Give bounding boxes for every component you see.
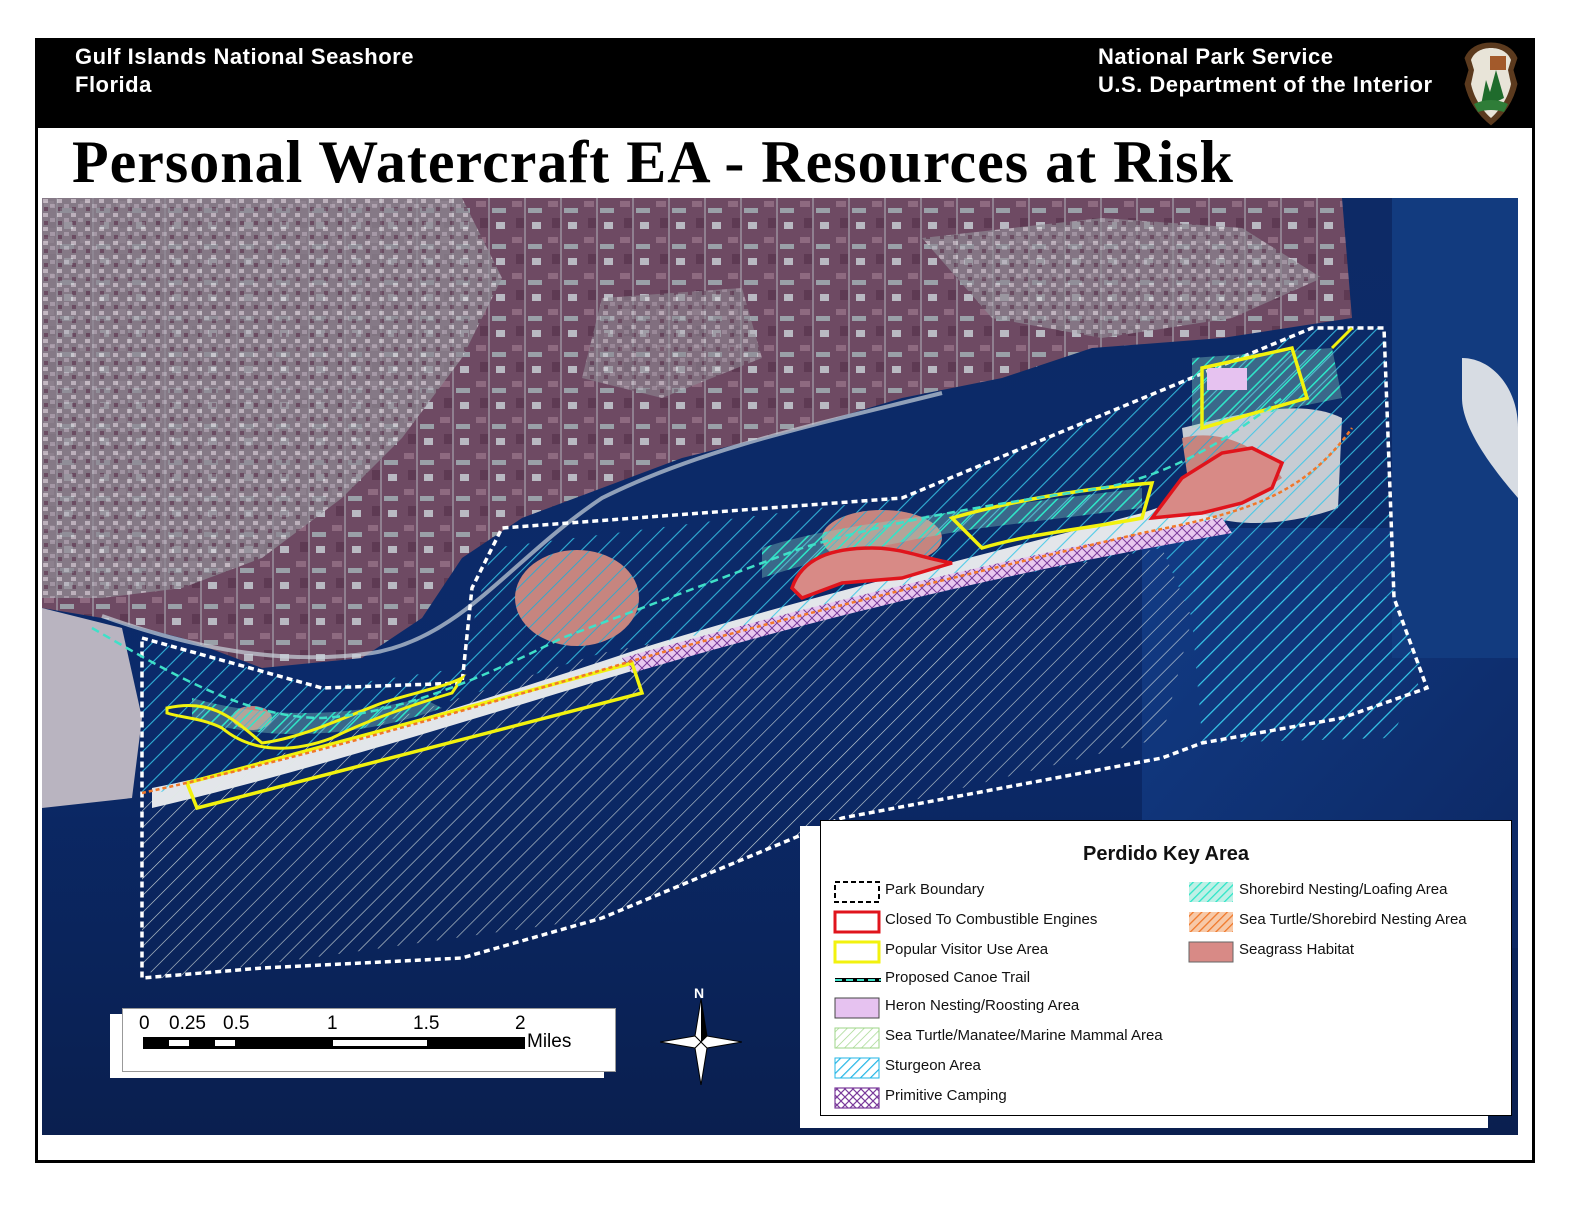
scale-bar: 0 0.25 0.5 1 1.5 2 Miles: [122, 1008, 616, 1072]
header-banner: Gulf Islands National Seashore Florida N…: [35, 38, 1535, 128]
map-legend: Perdido Key Area Park Boundary Closed To…: [820, 820, 1512, 1116]
scale-tick-label: 1: [327, 1013, 338, 1034]
scale-tick-label: 0.25: [169, 1013, 206, 1034]
legend-label: Proposed Canoe Trail: [885, 969, 1031, 986]
park-state: Florida: [75, 72, 152, 97]
scale-tick-label: 0: [139, 1013, 150, 1034]
scale-tick-label: 0.5: [223, 1013, 250, 1034]
scale-tick-label: 2: [515, 1013, 526, 1034]
scale-unit: Miles: [527, 1031, 572, 1052]
park-name: Gulf Islands National Seashore: [75, 44, 414, 69]
map-title: Personal Watercraft EA - Resources at Ri…: [72, 129, 1234, 195]
legend-label: Closed To Combustible Engines: [885, 911, 1098, 928]
legend-label: Sturgeon Area: [885, 1057, 981, 1074]
legend-label: Primitive Camping: [885, 1087, 1007, 1104]
nps-arrowhead-icon: [1463, 41, 1519, 127]
scale-tick-label: 1.5: [413, 1013, 440, 1034]
department-name: U.S. Department of the Interior: [1098, 72, 1433, 97]
agency-name: National Park Service: [1098, 44, 1334, 69]
legend-label: Heron Nesting/Roosting Area: [885, 997, 1080, 1014]
legend-label: Sea Turtle/Shorebird Nesting Area: [1239, 911, 1467, 928]
legend-label: Shorebird Nesting/Loafing Area: [1239, 881, 1448, 898]
legend-label: Sea Turtle/Manatee/Marine Mammal Area: [885, 1027, 1163, 1044]
scale-bar-graphic: [143, 1037, 525, 1049]
legend-label: Popular Visitor Use Area: [885, 941, 1049, 958]
north-arrow-icon: [660, 999, 742, 1085]
legend-title: Perdido Key Area: [1083, 843, 1249, 865]
legend-label: Park Boundary: [885, 881, 985, 898]
north-arrow: N: [660, 985, 742, 1085]
legend-label: Seagrass Habitat: [1239, 941, 1355, 958]
